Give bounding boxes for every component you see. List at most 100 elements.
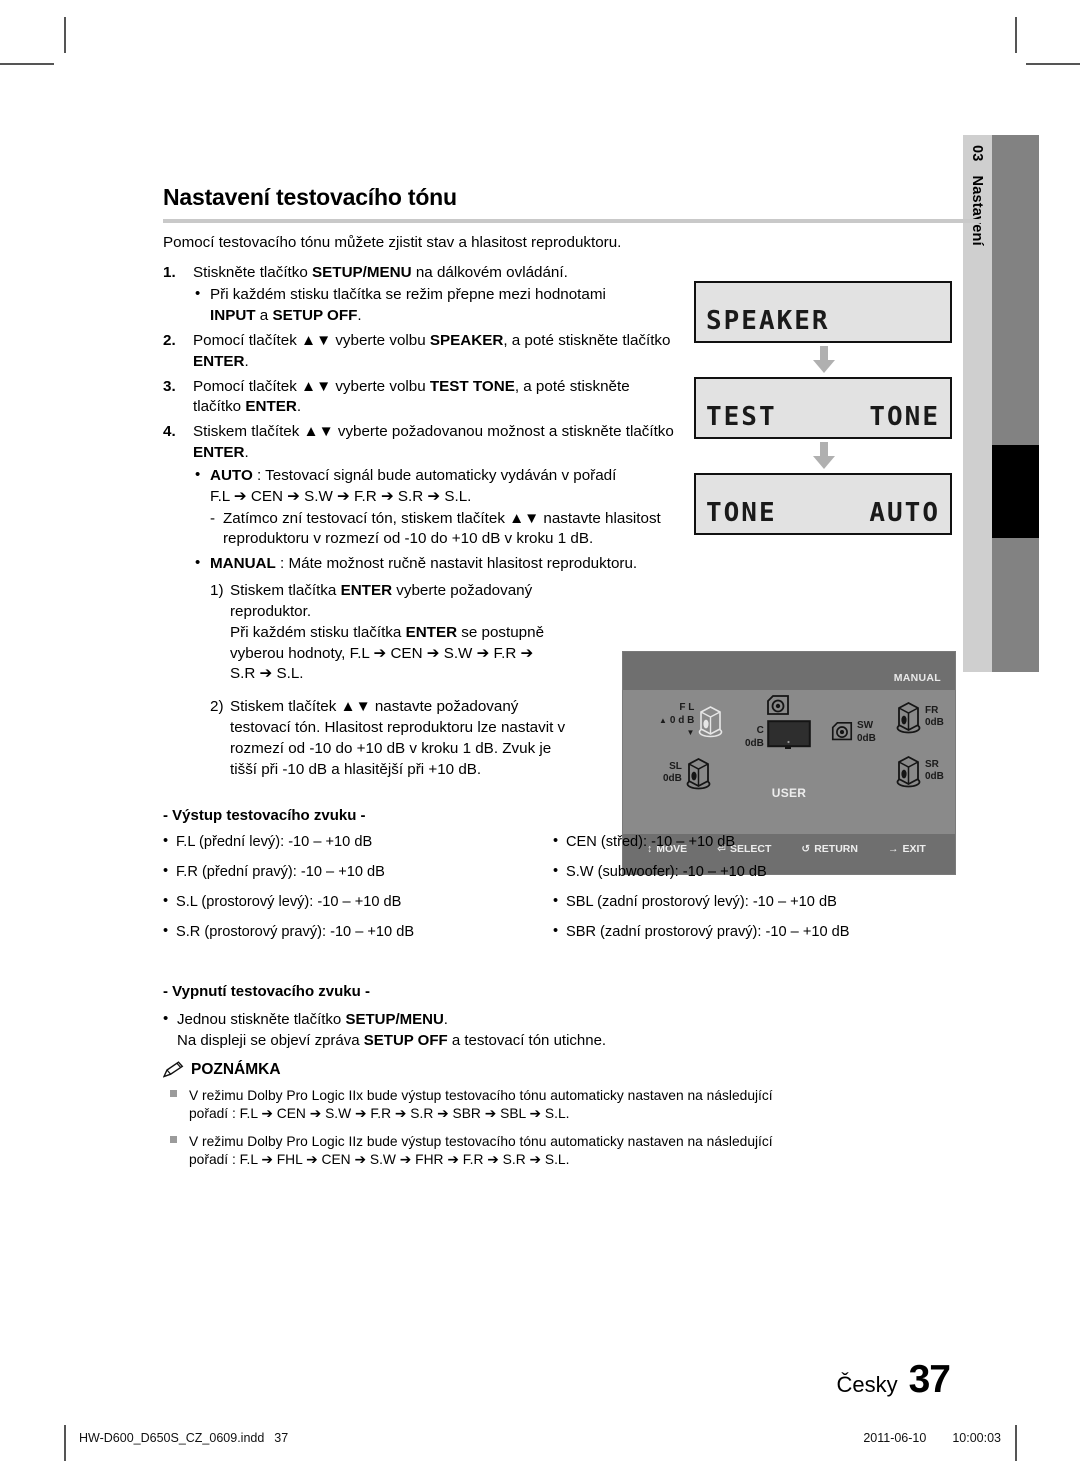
manual-item-2-text: Stiskem tlačítek ▲▼ nastavte požadovaný … [230,698,566,778]
dash-marker: - [210,509,216,527]
list-item: • S.L (prostorový levý): -10 – +10 dB [163,893,553,911]
bullet-icon: • [163,862,169,879]
bullet-icon: • [163,893,169,910]
crop-mark-top-right-h [1026,63,1080,65]
off-line2-b: SETUP OFF [363,1031,448,1049]
step-1-sub: • Při každém stisku tlačítka se režim př… [193,285,730,327]
output-list-right: • CEN (střed): -10 – +10 dB • S.W (subwoof… [553,833,963,954]
bullet-icon: • [195,465,201,483]
off-line2-a: Na displeji se objeví zpráva [177,1031,364,1049]
source-file-name: HW-D600_D650S_CZ_0609.indd [79,1431,265,1445]
manual-item-1: 1) Stiskem tlačítka ENTER vyberte požado… [210,581,560,685]
note-item-line1: V režimu Dolby Pro Logic IIx bude výstup… [189,1087,773,1103]
step-bold-a: ENTER [193,444,245,462]
auto-label: AUTO [210,466,253,484]
output-item-label: SBL (zadní prostorový levý): -10 – +10 d… [566,894,837,911]
output-item-label: CEN (střed): -10 – +10 dB [566,833,736,850]
crop-mark-bottom-left-v [64,1425,66,1461]
language-label: Česky [836,1372,898,1397]
step-1-sub-line1: Při každém stisku tlačítka se režim přep… [210,286,606,304]
auto-text: : Testovací signál bude automaticky vydá… [252,466,617,484]
step-text-a: Stiskem tlačítek ▲▼ vyberte požadovanou … [193,423,674,441]
content-column: Nastavení testovacího tónu Pomocí testov… [163,184,981,1179]
step-text-b: . [244,444,249,462]
auto-note: - Zatímco zní testovací tón, stiskem tla… [210,509,713,551]
off-line1-a: Jednou stiskněte tlačítko [177,1010,346,1028]
step-1: 1. Stiskněte tlačítko SETUP/MENU na dálk… [163,263,953,327]
off-line2-c: a testovací tón utichne. [447,1031,607,1049]
step-number: 2. [163,332,176,349]
off-section-heading: - Vypnutí testovacího zvuku - [163,982,370,1000]
step-bold-a: TEST TONE [429,377,515,395]
manual-text: : Máte možnost ručně nastavit hlasitost … [275,555,638,573]
manual-item-1-c: Při každém stisku tlačítka [230,623,406,641]
source-file-page: 37 [274,1431,289,1445]
output-section-heading: - Výstup testovacího zvuku - [163,806,366,824]
off-line1-c: . [443,1010,448,1028]
page-number: 37 [908,1358,951,1401]
step-3: 3. Pomocí tlačítek ▲▼ vyberte volbu TEST… [163,377,663,419]
bullet-icon: • [163,923,169,940]
step-bold-a: SPEAKER [429,332,504,349]
page-title: Nastavení testovacího tónu [163,184,457,210]
step-4: 4. Stiskem tlačítek ▲▼ vyberte požadovan… [163,422,713,780]
crop-mark-top-left-h [0,63,54,65]
side-tab-label: Nastavení [969,175,986,246]
step-text-b: , a poté stiskněte tlačítko [503,332,671,349]
print-footer-right: 2011-06-10 10:00:03 [863,1431,1001,1445]
output-item-label: F.L (přední levý): -10 – +10 dB [176,833,373,850]
step-1-sub-tail: . [357,307,362,325]
note-item: V režimu Dolby Pro Logic IIx bude výstup… [163,1087,953,1124]
side-tab-number: 03 [969,145,986,162]
instruction-steps: 1. Stiskněte tlačítko SETUP/MENU na dálk… [163,263,953,781]
print-time: 10:00:03 [952,1431,1001,1445]
square-bullet-icon [170,1089,177,1097]
output-item-label: S.L (prostorový levý): -10 – +10 dB [176,894,402,911]
output-item-label: S.W (subwoofer): -10 – +10 dB [566,863,767,880]
side-tab-active-marker [992,445,1039,538]
bullet-icon: • [195,285,201,303]
crop-mark-bottom-right-v [1015,1425,1017,1461]
step-number: 1. [163,263,176,281]
step-number: 4. [163,423,176,441]
off-line1-b: SETUP/MENU [345,1010,444,1028]
list-item: • S.W (subwoofer): -10 – +10 dB [553,863,963,881]
step-bold-b: ENTER [193,352,245,370]
step-bold-b: ENTER [245,398,297,416]
output-channel-lists: • F.L (přední levý): -10 – +10 dB • F.R (p… [163,833,963,981]
output-item-label: S.R (prostorový pravý): -10 – +10 dB [176,924,415,941]
manual-item-2-number: 2) [210,698,224,716]
bullet-icon: • [553,862,559,879]
list-item: • F.R (přední pravý): -10 – +10 dB [163,863,553,881]
off-section-item: • Jednou stiskněte tlačítko SETUP/MENU. … [163,1009,953,1051]
bullet-icon: • [163,1009,169,1027]
manual-item-1-b1: ENTER [340,582,393,600]
output-item-label: F.R (přední pravý): -10 – +10 dB [176,863,385,880]
step-text-b: na dálkovém ovládání. [411,263,568,281]
bullet-icon: • [553,923,559,940]
auto-note-text: Zatímco zní testovací tón, stiskem tlačí… [223,509,661,548]
auto-option: • AUTO : Testovací signál bude automatic… [193,466,713,550]
step-1-sub-mid: a [255,307,273,325]
pencil-note-icon [163,1061,184,1078]
manual-item-1-a: Stiskem tlačítka [230,582,341,600]
note-item-line2: pořadí : F.L ➔ FHL ➔ CEN ➔ S.W ➔ FHR ➔ F… [189,1152,570,1168]
step-text-a: Pomocí tlačítek ▲▼ vyberte volbu [193,332,430,349]
square-bullet-icon [170,1135,177,1143]
bullet-icon: • [553,832,559,849]
output-item-label: SBR (zadní prostorový pravý): -10 – +10 … [566,924,850,941]
note-heading: POZNÁMKA [163,1061,953,1079]
chapter-side-tab: 03 Nastavení [963,135,1039,672]
manual-item-1-number: 1) [210,582,224,600]
crop-mark-top-left-v [64,17,66,53]
list-item: • CEN (střed): -10 – +10 dB [553,833,963,851]
side-tab-text: 03 Nastavení [963,135,992,672]
step-text-c: . [296,398,302,416]
step-number: 3. [163,377,176,395]
bullet-icon: • [163,832,169,849]
print-footer: HW-D600_D650S_CZ_0609.indd 37 2011-06-10… [79,1429,1001,1447]
print-footer-left: HW-D600_D650S_CZ_0609.indd 37 [79,1431,288,1445]
print-date: 2011-06-10 [863,1431,927,1445]
list-item: • SBL (zadní prostorový levý): -10 – +10 … [553,893,963,911]
step-1-sub-b2: SETUP OFF [272,307,358,325]
